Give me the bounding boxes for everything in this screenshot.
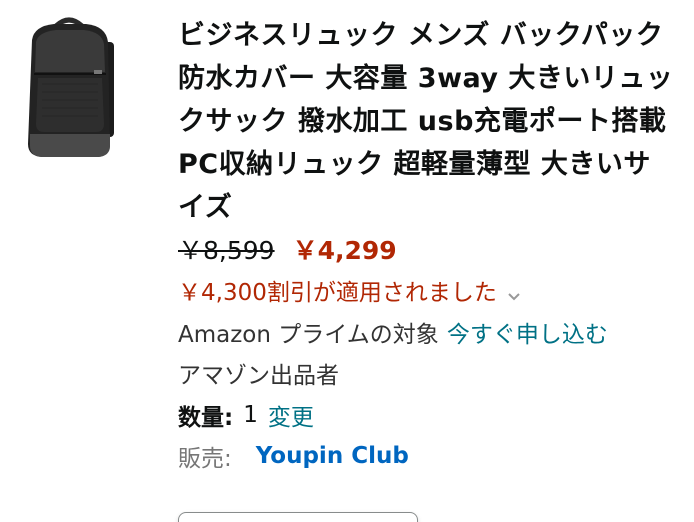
original-price: ￥8,599 [178,236,275,265]
quantity-change-link[interactable]: 変更 [268,398,314,432]
product-thumbnail[interactable] [14,12,124,162]
seller-type-text: アマゾン出品者 [178,363,339,389]
prime-eligibility: Amazon プライムの対象 今すぐ申し込む [178,311,678,352]
product-title[interactable]: ビジネスリュック メンズ バックパック 防水カバー 大容量 3way 大きいリュ… [178,14,678,229]
seller-type: アマゾン出品者 [178,352,678,394]
cart-item: ビジネスリュック メンズ バックパック 防水カバー 大容量 3way 大きいリュ… [0,0,694,522]
discount-applied[interactable]: ￥4,300割引が適用されました [178,269,678,311]
seller-name-link[interactable]: Youpin Club [256,443,409,469]
quantity-value: 1 [243,401,258,428]
prime-signup-link[interactable]: 今すぐ申し込む [447,315,608,349]
sale-price: ￥4,299 [292,236,397,265]
price-row: ￥8,599 ￥4,299 [178,229,678,269]
prime-text: Amazon プライムの対象 [178,321,439,348]
quantity-label: 数量: [178,404,234,431]
product-info: ビジネスリュック メンズ バックパック 防水カバー 大容量 3way 大きいリュ… [178,14,678,477]
discount-text: ￥4,300割引が適用されました [178,280,497,306]
sold-by-row: 販売: Youpin Club [178,435,678,477]
chevron-down-icon[interactable] [507,283,521,301]
backpack-image [28,17,114,157]
quantity-row: 数量: 1 変更 [178,394,678,435]
action-button[interactable] [178,512,418,522]
sold-by-label: 販売: [178,446,232,472]
